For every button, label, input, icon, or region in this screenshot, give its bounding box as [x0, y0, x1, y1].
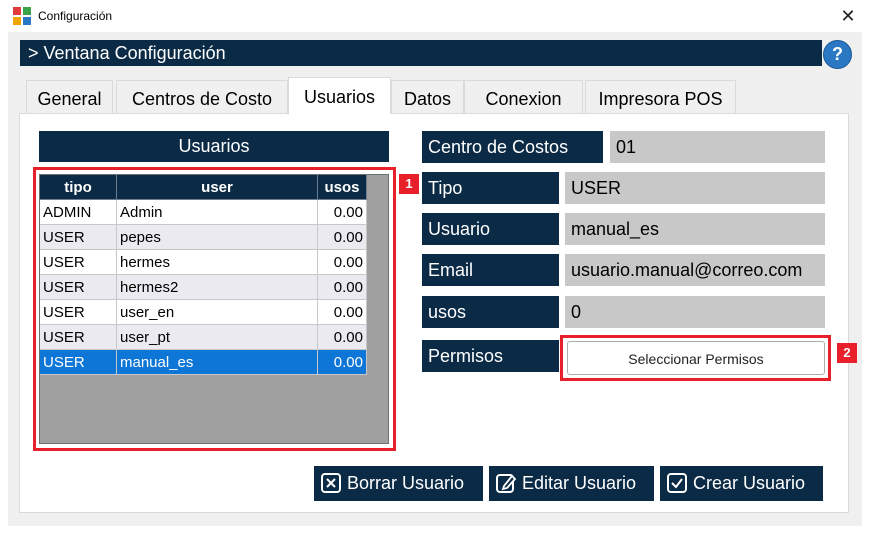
- annotation-frame-1: [33, 167, 396, 451]
- usos-label: usos: [422, 296, 559, 328]
- help-icon[interactable]: ?: [823, 40, 852, 69]
- annotation-frame-2: [560, 335, 831, 381]
- tab-usuarios[interactable]: Usuarios: [288, 77, 391, 114]
- annotation-badge-1: 1: [399, 174, 419, 194]
- tab-datos[interactable]: Datos: [391, 80, 464, 113]
- tipo-label: Tipo: [422, 172, 559, 204]
- delete-x-icon: [321, 473, 341, 493]
- window-titlebar: Configuración ✕: [0, 0, 871, 32]
- section-title: > Ventana Configuración: [28, 43, 226, 63]
- crear-usuario-button[interactable]: Crear Usuario: [660, 466, 823, 501]
- borrar-usuario-label: Borrar Usuario: [347, 473, 465, 493]
- window-title: Configuración: [38, 9, 113, 23]
- usos-field[interactable]: 0: [565, 296, 825, 328]
- permisos-label: Permisos: [422, 340, 559, 372]
- section-header: > Ventana Configuración: [20, 40, 822, 66]
- crear-usuario-label: Crear Usuario: [693, 473, 806, 493]
- centro-de-costos-label: Centro de Costos: [422, 131, 603, 163]
- usuario-field[interactable]: manual_es: [565, 213, 825, 245]
- borrar-usuario-button[interactable]: Borrar Usuario: [314, 466, 483, 501]
- tipo-field[interactable]: USER: [565, 172, 825, 204]
- tab-impresora-pos[interactable]: Impresora POS: [585, 80, 736, 113]
- edit-pencil-icon: [496, 474, 517, 493]
- centro-de-costos-field[interactable]: 01: [610, 131, 825, 163]
- email-field[interactable]: usuario.manual@correo.com: [565, 254, 825, 286]
- usuario-label: Usuario: [422, 213, 559, 245]
- check-icon: [667, 473, 687, 493]
- tab-general[interactable]: General: [26, 80, 113, 113]
- tab-centros-de-costo[interactable]: Centros de Costo: [116, 80, 288, 113]
- editar-usuario-label: Editar Usuario: [522, 473, 637, 493]
- annotation-badge-2: 2: [837, 343, 857, 363]
- tab-conexion[interactable]: Conexion: [464, 80, 583, 113]
- close-icon[interactable]: ✕: [832, 2, 864, 30]
- editar-usuario-button[interactable]: Editar Usuario: [489, 466, 654, 501]
- app-logo-icon: [13, 7, 31, 25]
- email-label: Email: [422, 254, 559, 286]
- users-list-title: Usuarios: [39, 131, 389, 162]
